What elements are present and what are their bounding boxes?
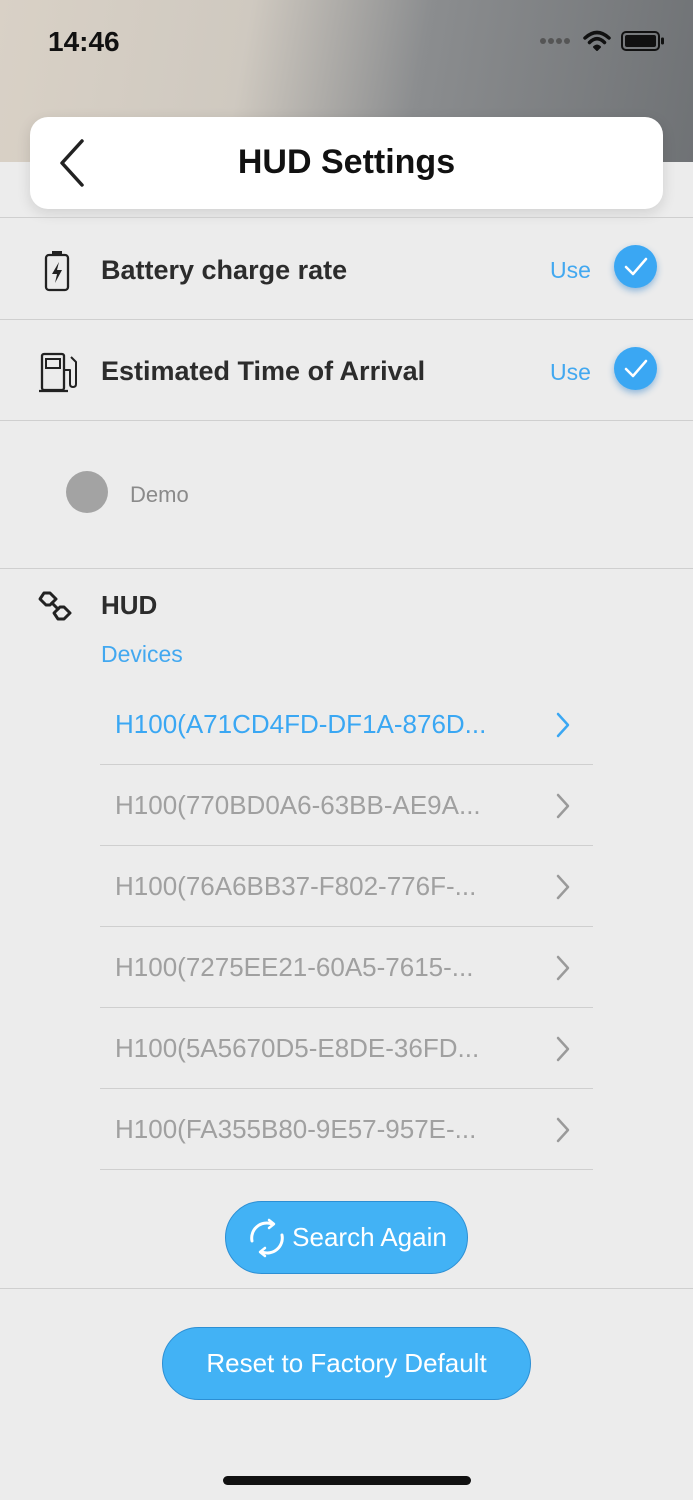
device-name: H100(A71CD4FD-DF1A-876D...: [115, 709, 487, 739]
status-bar: 14:46: [0, 0, 693, 90]
battery-icon: [621, 31, 664, 51]
setting-label: Battery charge rate: [101, 255, 348, 285]
page-title: HUD Settings: [237, 143, 456, 181]
device-row[interactable]: H100(A71CD4FD-DF1A-876D...: [100, 684, 593, 765]
checkmark-icon: [624, 257, 647, 275]
reset-factory-default-button[interactable]: Reset to Factory Default: [162, 1327, 531, 1400]
setting-row-eta: Estimated Time of Arrival Use: [0, 320, 693, 420]
fuel-pump-icon: [39, 352, 77, 393]
devices-label: Devices: [101, 641, 183, 667]
reset-label: Reset to Factory Default: [206, 1348, 487, 1378]
status-icons: [539, 30, 665, 52]
battery-charge-icon: [44, 251, 70, 292]
setting-row-battery-charge-rate: Battery charge rate Use: [0, 218, 693, 318]
divider: [0, 1288, 693, 1289]
demo-label: Demo: [130, 482, 189, 507]
wifi-icon: [583, 30, 611, 51]
chevron-right-icon: [556, 793, 570, 819]
divider: [0, 568, 693, 569]
device-name: H100(770BD0A6-63BB-AE9A...: [115, 790, 481, 820]
device-row[interactable]: H100(770BD0A6-63BB-AE9A...: [100, 765, 593, 846]
device-name: H100(76A6BB37-F802-776F-...: [115, 871, 477, 901]
device-row[interactable]: H100(76A6BB37-F802-776F-...: [100, 846, 593, 927]
header-card: HUD Settings: [30, 117, 663, 209]
device-name: H100(FA355B80-9E57-957E-...: [115, 1114, 477, 1144]
device-name: H100(5A5670D5-E8DE-36FD...: [115, 1033, 480, 1063]
device-row[interactable]: H100(7275EE21-60A5-7615-...: [100, 927, 593, 1008]
chevron-right-icon: [556, 712, 570, 738]
demo-radio[interactable]: [66, 471, 108, 513]
device-row[interactable]: H100(FA355B80-9E57-957E-...: [100, 1089, 593, 1170]
hud-title: HUD: [101, 590, 158, 620]
use-checkbox-battery[interactable]: [614, 245, 657, 288]
chevron-right-icon: [556, 955, 570, 981]
search-again-button[interactable]: Search Again: [225, 1201, 468, 1274]
refresh-icon: [250, 1218, 284, 1257]
chevron-right-icon: [556, 1036, 570, 1062]
search-again-label: Search Again: [292, 1222, 447, 1252]
setting-label: Estimated Time of Arrival: [101, 356, 426, 386]
divider: [0, 420, 693, 421]
use-label: Use: [550, 359, 591, 385]
use-checkbox-eta[interactable]: [614, 347, 657, 390]
link-icon: [38, 591, 72, 621]
checkmark-icon: [624, 359, 647, 377]
status-time: 14:46: [48, 26, 120, 57]
home-indicator: [223, 1476, 471, 1485]
chevron-right-icon: [556, 874, 570, 900]
device-row[interactable]: H100(5A5670D5-E8DE-36FD...: [100, 1008, 593, 1089]
use-label: Use: [550, 257, 591, 283]
signal-dots-icon: [540, 38, 570, 44]
device-name: H100(7275EE21-60A5-7615-...: [115, 952, 474, 982]
chevron-right-icon: [556, 1117, 570, 1143]
